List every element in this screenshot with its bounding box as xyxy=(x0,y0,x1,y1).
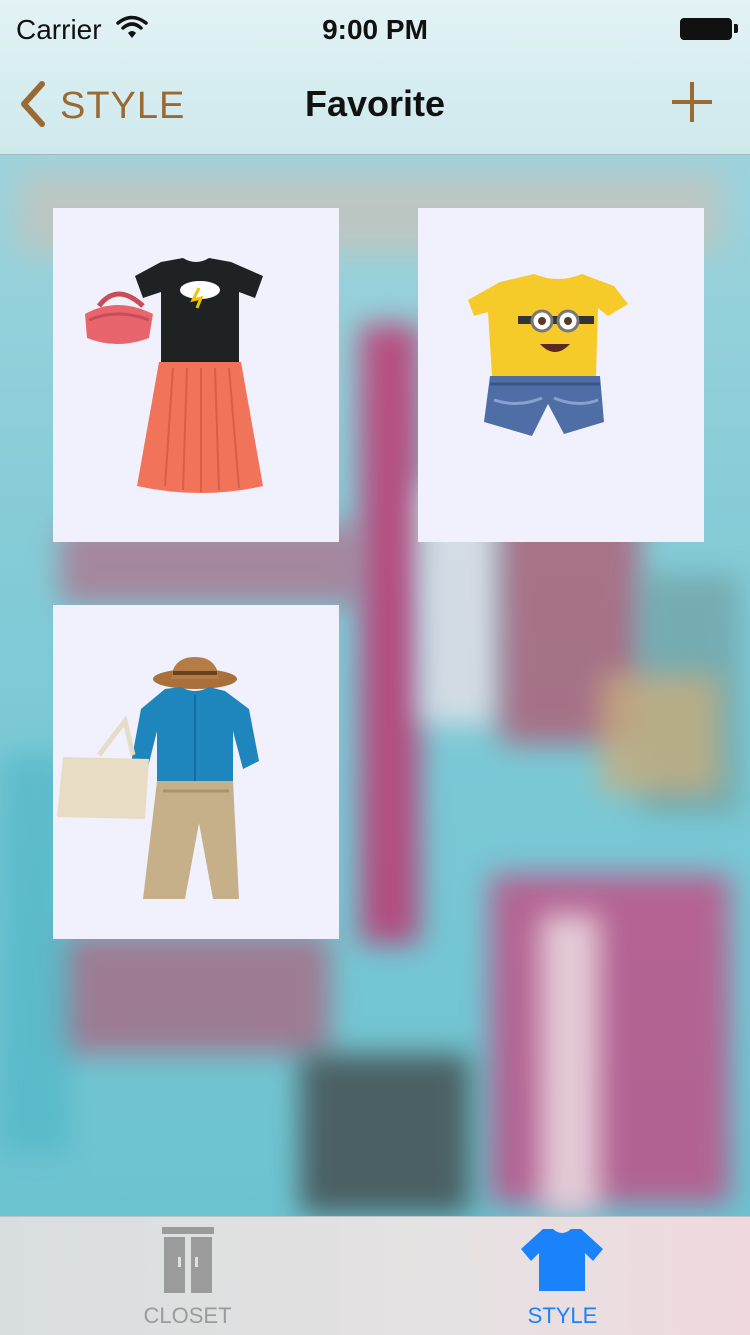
plus-icon xyxy=(672,82,712,122)
tab-closet[interactable]: CLOSET xyxy=(0,1217,375,1335)
pants-icon xyxy=(143,781,239,899)
nav-bar: STYLE Favorite xyxy=(0,56,750,154)
shorts-icon xyxy=(484,376,604,436)
page-title: Favorite xyxy=(304,83,446,124)
battery-icon xyxy=(680,18,738,40)
closet-icon xyxy=(162,1227,214,1302)
tshirt-icon xyxy=(519,1225,605,1298)
tshirt-icon xyxy=(468,274,628,376)
outfit-card[interactable] xyxy=(53,605,339,939)
outfit-card[interactable] xyxy=(53,208,339,542)
status-bar: Carrier 9:00 PM xyxy=(0,0,750,56)
navigation-header: Carrier 9:00 PM STYLE Favorite xyxy=(0,0,750,155)
tote-bag-icon xyxy=(57,715,149,819)
hat-icon xyxy=(153,657,237,689)
tab-bar: CLOSET STYLE xyxy=(0,1216,750,1335)
tab-style[interactable]: STYLE xyxy=(375,1217,750,1335)
tshirt-icon xyxy=(135,258,263,356)
handbag-icon xyxy=(85,291,153,344)
add-button[interactable] xyxy=(670,80,714,124)
outfit-card[interactable] xyxy=(418,208,704,542)
skirt-icon xyxy=(137,354,263,493)
tab-style-label: STYLE xyxy=(527,1303,598,1328)
status-time: 9:00 PM xyxy=(322,14,428,45)
tab-closet-label: CLOSET xyxy=(143,1303,232,1328)
shirt-icon xyxy=(131,687,259,781)
